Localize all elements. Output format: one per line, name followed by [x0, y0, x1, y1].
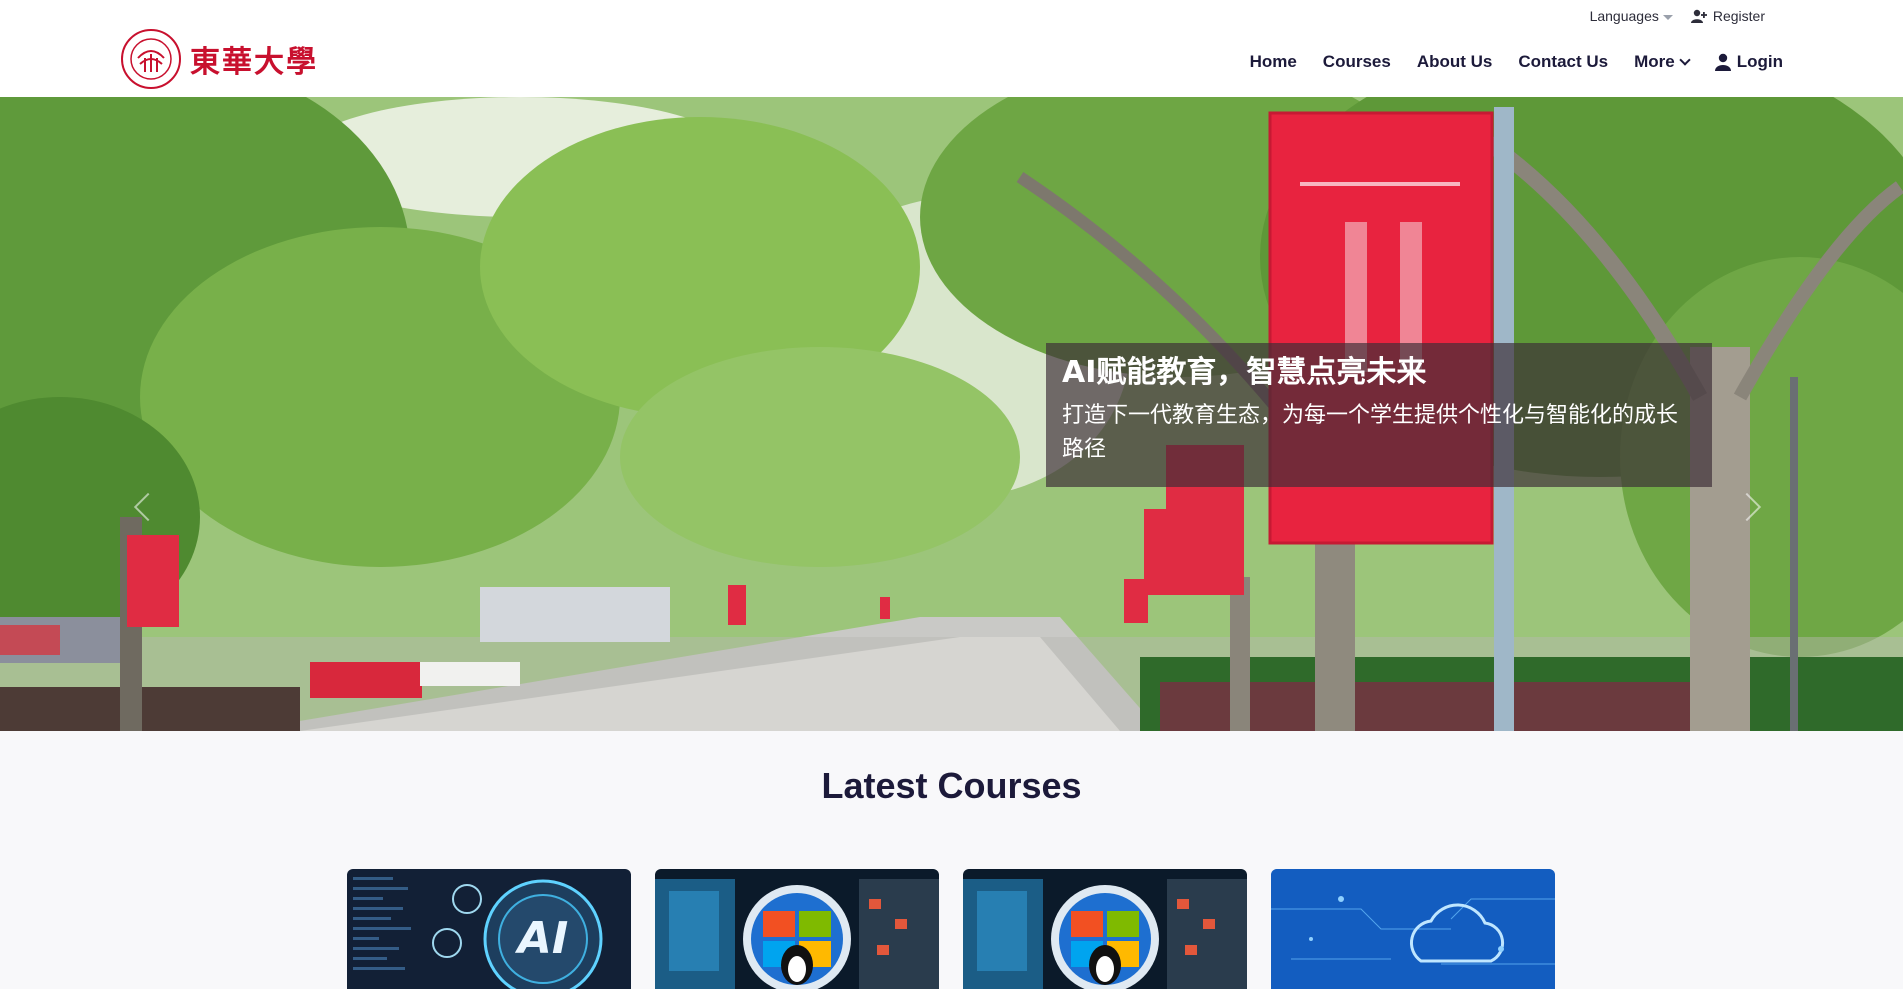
- nav-login-label: Login: [1736, 52, 1783, 71]
- course-image-cloud: [1271, 869, 1555, 989]
- top-utility-bar: Languages Register: [1590, 8, 1765, 24]
- course-card-ai[interactable]: AI: [347, 869, 631, 989]
- nav-about-us[interactable]: About Us: [1417, 52, 1493, 72]
- university-seal-icon: [121, 29, 181, 89]
- latest-courses-heading: Latest Courses: [821, 765, 1082, 806]
- nav-more-label: More: [1634, 52, 1675, 71]
- nav-home[interactable]: Home: [1250, 52, 1297, 72]
- logo-wordmark: 東華大學: [190, 45, 318, 80]
- nav-contact-us[interactable]: Contact Us: [1518, 52, 1608, 72]
- nav-login[interactable]: Login: [1714, 52, 1783, 72]
- course-card-list: AI: [347, 869, 1555, 989]
- languages-dropdown[interactable]: Languages: [1590, 8, 1673, 24]
- user-plus-icon: [1690, 9, 1707, 23]
- course-card-os-1[interactable]: [655, 869, 939, 989]
- course-card-os-2[interactable]: [963, 869, 1247, 989]
- main-nav: Home Courses About Us Contact Us More Lo…: [1250, 52, 1783, 72]
- languages-label: Languages: [1589, 8, 1659, 24]
- university-logo[interactable]: 東華大學: [120, 28, 318, 90]
- hero-carousel: AI赋能教育，智慧点亮未来 打造下一代教育生态，为每一个学生提供个性化与智能化的…: [0, 97, 1903, 731]
- course-image-windows-linux: [655, 869, 939, 989]
- register-link[interactable]: Register: [1690, 8, 1765, 24]
- site-header: Languages Register 東華大學 Home Courses Abo…: [0, 0, 1903, 97]
- register-label: Register: [1712, 8, 1765, 24]
- course-image-windows-linux: [963, 869, 1247, 989]
- hero-caption: AI赋能教育，智慧点亮未来 打造下一代教育生态，为每一个学生提供个性化与智能化的…: [1046, 343, 1712, 487]
- nav-courses[interactable]: Courses: [1323, 52, 1391, 72]
- chevron-down-icon: [1679, 54, 1691, 66]
- course-image-ai: AI: [347, 869, 631, 989]
- hero-subtitle: 打造下一代教育生态，为每一个学生提供个性化与智能化的成长路径: [1062, 403, 1679, 462]
- course-card-cloud[interactable]: [1271, 869, 1555, 989]
- caret-down-icon: [1662, 14, 1673, 20]
- ai-overlay-text: AI: [515, 913, 568, 964]
- hero-title: AI赋能教育，智慧点亮未来: [1062, 355, 1427, 390]
- nav-more-dropdown[interactable]: More: [1634, 52, 1691, 72]
- user-icon: [1714, 53, 1731, 71]
